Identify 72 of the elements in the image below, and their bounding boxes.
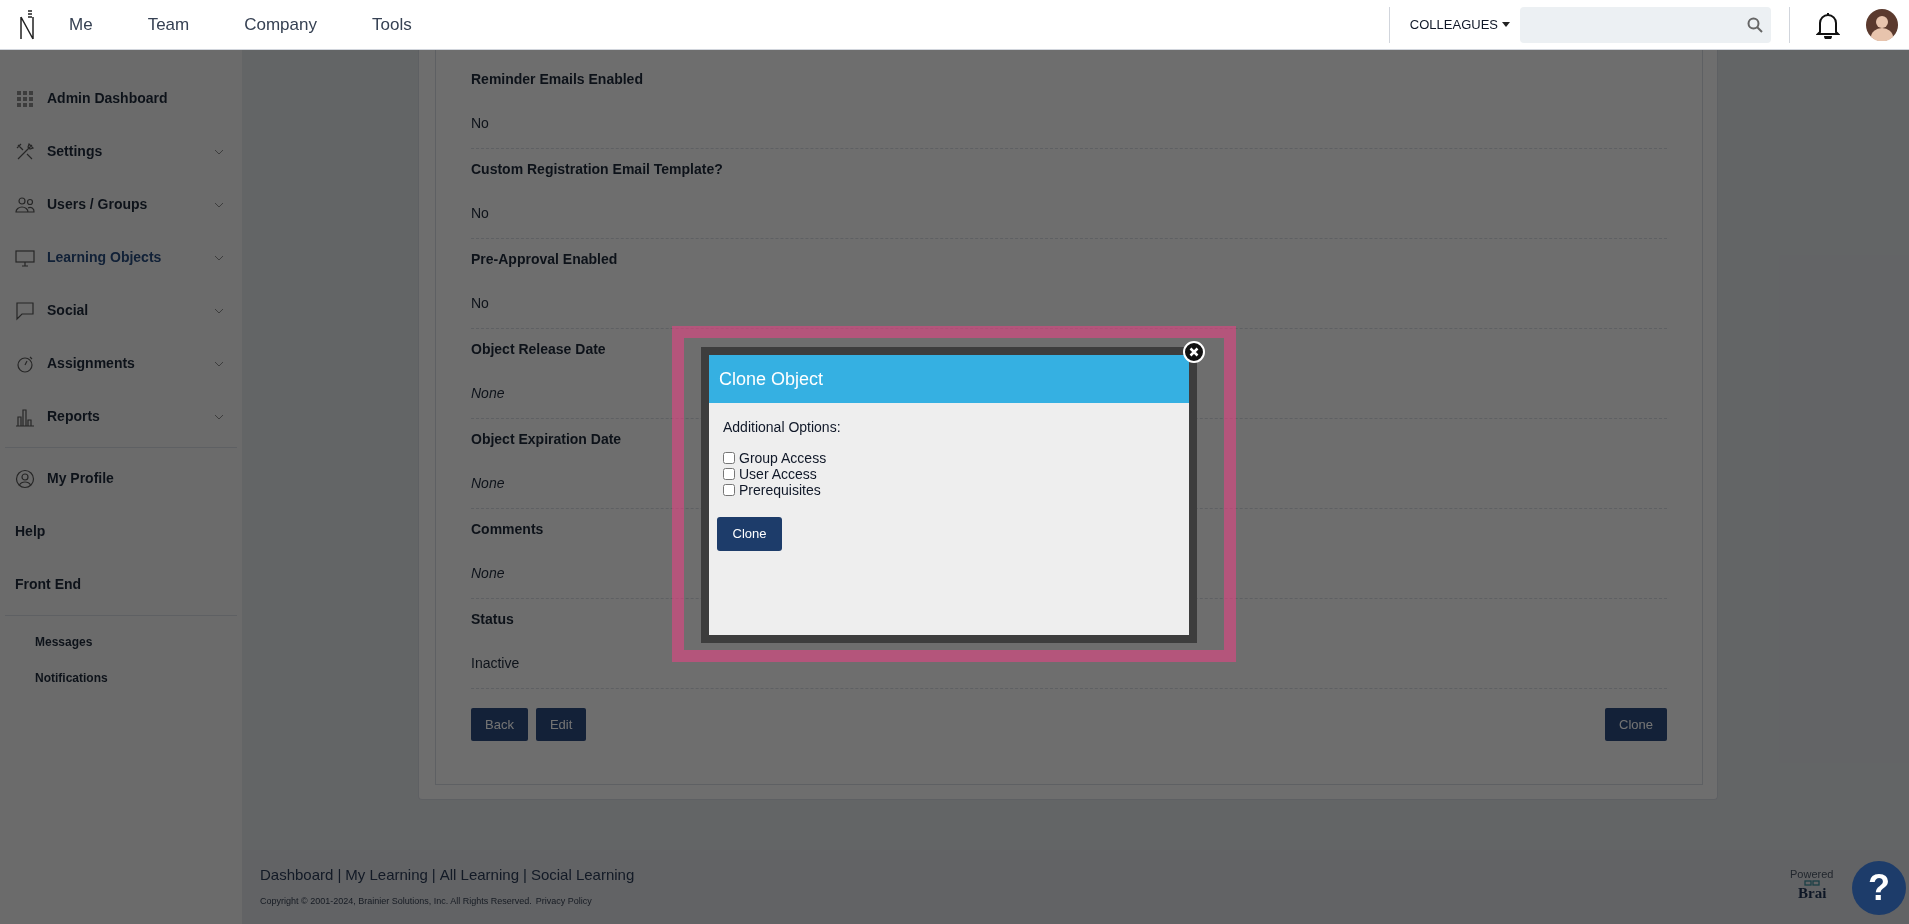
profile-icon [15, 468, 35, 489]
search-icon[interactable] [1747, 16, 1763, 33]
footer-link[interactable]: Social Learning [530, 864, 635, 887]
action-button[interactable]: Clone [1605, 708, 1667, 741]
caret-icon [1502, 22, 1510, 27]
field-label: Custom Registration Email Template? [471, 160, 723, 179]
sidebar-item[interactable]: Front End [0, 558, 242, 611]
sidebar-item[interactable]: Users / Groups [0, 178, 242, 231]
chevron-icon [214, 254, 224, 261]
sidebar-item[interactable]: Settings [0, 125, 242, 178]
chevron-icon [214, 307, 224, 314]
copyright-text: Copyright © 2001-2024, Brainier Solutions, Inc. All Rights Reserved. [260, 894, 532, 908]
field-value: No [471, 205, 489, 221]
colleagues-menu[interactable]: COLLEAGUES [1409, 14, 1510, 35]
action-button[interactable]: Back [471, 708, 528, 741]
sidebar-item[interactable]: Reports [0, 390, 242, 443]
checkbox[interactable] [723, 468, 735, 480]
logo-icon[interactable] [18, 8, 36, 41]
bar-chart-icon [15, 406, 35, 427]
field-label: Pre-Approval Enabled [471, 250, 618, 269]
separator-text: | [337, 865, 342, 885]
separator-text: | [522, 865, 527, 885]
footer-link[interactable]: Dashboard [260, 864, 334, 887]
sidebar-item[interactable]: Help [0, 505, 242, 558]
sidebar-item[interactable]: Social [0, 284, 242, 337]
field-value: No [471, 115, 489, 131]
nav-link[interactable]: Tools [371, 11, 412, 38]
clone-button[interactable]: Clone [717, 517, 782, 551]
powered-by-text: Powered [1790, 867, 1834, 882]
field-value: None [471, 385, 505, 401]
tools-icon [15, 141, 35, 162]
sidebar-item[interactable]: Admin Dashboard [0, 72, 242, 125]
dialog-title: Clone Object [719, 367, 824, 391]
sidebar-item[interactable]: Notifications [0, 660, 242, 696]
nav-link[interactable]: Me [69, 11, 93, 38]
option-label: Group Access [739, 448, 827, 468]
nav-link[interactable]: Team [147, 11, 190, 38]
field-value: None [471, 475, 505, 491]
speech-bubble-icon [15, 300, 35, 321]
checkbox[interactable] [723, 484, 735, 496]
field-value: No [471, 295, 489, 311]
sidebar-item[interactable]: Learning Objects [0, 231, 242, 284]
grid-icon [15, 88, 35, 109]
chevron-icon [214, 413, 224, 420]
users-icon [15, 194, 35, 215]
field-value: Inactive [471, 655, 520, 671]
privacy-policy-link[interactable]: Privacy Policy [535, 894, 592, 908]
chevron-icon [214, 360, 224, 367]
nav-link[interactable]: Company [244, 11, 317, 38]
footer-link[interactable]: All Learning [439, 864, 519, 887]
field-label: Comments [471, 520, 544, 539]
sidebar-item[interactable]: Assignments [0, 337, 242, 390]
field-value: None [471, 565, 505, 581]
chevron-icon [214, 148, 224, 155]
checkbox[interactable] [723, 452, 735, 464]
separator-text: | [431, 865, 436, 885]
monitor-icon [15, 247, 35, 268]
search-field[interactable] [1520, 6, 1771, 43]
sidebar-item[interactable]: My Profile [0, 452, 242, 505]
action-button[interactable]: Edit [535, 708, 587, 741]
glasses-icon [1804, 880, 1821, 886]
options-label: Additional Options: [723, 418, 842, 437]
sidebar-item[interactable]: Messages [0, 624, 242, 660]
bell-icon[interactable] [1816, 10, 1840, 39]
brand-text: Brai [1798, 886, 1827, 901]
footer-link[interactable]: My Learning [345, 864, 428, 887]
field-label: Status [471, 610, 514, 629]
field-label: Object Expiration Date [471, 430, 622, 449]
avatar-icon[interactable] [1866, 8, 1898, 41]
field-label: Reminder Emails Enabled [471, 70, 643, 89]
chevron-icon [214, 201, 224, 208]
field-label: Object Release Date [471, 340, 606, 359]
